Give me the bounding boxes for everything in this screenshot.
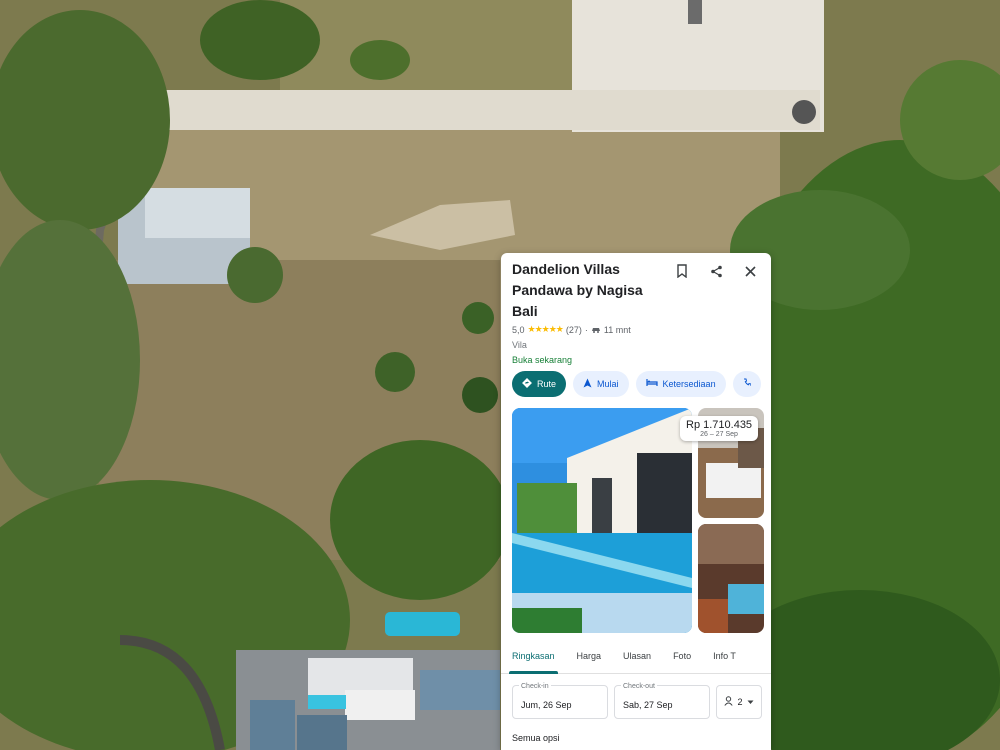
bed-icon: [645, 378, 658, 390]
guests-selector[interactable]: 2: [716, 685, 762, 719]
main-photo[interactable]: [512, 408, 692, 633]
phone-icon: [743, 378, 752, 390]
person-icon: [724, 696, 734, 708]
place-category: Vila: [512, 340, 527, 350]
panel-header-actions: [671, 260, 761, 282]
guest-count: 2: [737, 697, 743, 707]
checkout-value: Sab, 27 Sep: [623, 700, 673, 710]
start-button[interactable]: Mulai: [573, 371, 629, 397]
interior-photo[interactable]: [698, 524, 764, 633]
drive-time: 11 mnt: [603, 324, 631, 335]
place-title: Dandelion Villas Pandawa by Nagisa Bali: [512, 261, 643, 319]
tab-info[interactable]: Info T: [702, 645, 747, 673]
directions-button[interactable]: Rute: [512, 371, 567, 397]
price-badge[interactable]: Rp 1.710.435 26 – 27 Sep: [680, 416, 759, 441]
availability-button[interactable]: Ketersediaan: [635, 371, 726, 397]
price-amount: Rp 1.710.435: [686, 419, 753, 431]
tab-photos[interactable]: Foto: [662, 645, 702, 673]
rating-row: 5,0 ★★★★★ (27) · 11 mnt: [512, 324, 631, 335]
tab-summary[interactable]: Ringkasan: [501, 645, 566, 674]
separator: ·: [584, 324, 588, 335]
rating-value: 5,0: [512, 324, 525, 335]
directions-label: Rute: [537, 379, 557, 389]
all-options-link[interactable]: Semua opsi: [512, 733, 560, 743]
villa-pool-photo: [512, 408, 692, 633]
booking-dates: Check-in Jum, 26 Sep Check-out Sab, 27 S…: [512, 683, 762, 719]
price-dates: 26 – 27 Sep: [700, 431, 738, 438]
car-icon: [591, 325, 601, 335]
tab-prices[interactable]: Harga: [566, 645, 613, 673]
share-icon[interactable]: [705, 260, 727, 282]
checkout-label: Check-out: [621, 683, 657, 690]
open-status: Buka sekarang: [512, 355, 573, 365]
satellite-imagery: [0, 0, 1000, 750]
directions-icon: [522, 377, 532, 391]
close-icon[interactable]: [739, 260, 761, 282]
panel-tabs: Ringkasan Harga Ulasan Foto Info T: [501, 645, 771, 674]
more-chip[interactable]: [732, 371, 761, 397]
photo-gallery: Rp 1.710.435 26 – 27 Sep: [512, 408, 764, 633]
chevron-down-icon: [747, 697, 754, 707]
navigation-icon: [583, 378, 592, 391]
checkin-field[interactable]: Check-in Jum, 26 Sep: [512, 683, 608, 719]
star-rating: ★★★★★: [527, 324, 564, 334]
action-chips: Rute Mulai Ketersediaan: [512, 371, 761, 397]
review-count[interactable]: (27): [566, 325, 582, 335]
living-area-photo: [698, 524, 764, 633]
availability-label: Ketersediaan: [662, 379, 716, 389]
bookmark-icon[interactable]: [671, 260, 693, 282]
start-label: Mulai: [597, 379, 619, 389]
checkout-field[interactable]: Check-out Sab, 27 Sep: [614, 683, 710, 719]
place-panel: Dandelion Villas Pandawa by Nagisa Bali …: [501, 253, 771, 750]
checkin-label: Check-in: [519, 683, 551, 690]
satellite-map[interactable]: [0, 0, 1000, 750]
checkin-value: Jum, 26 Sep: [521, 700, 572, 710]
tab-reviews[interactable]: Ulasan: [612, 645, 662, 673]
